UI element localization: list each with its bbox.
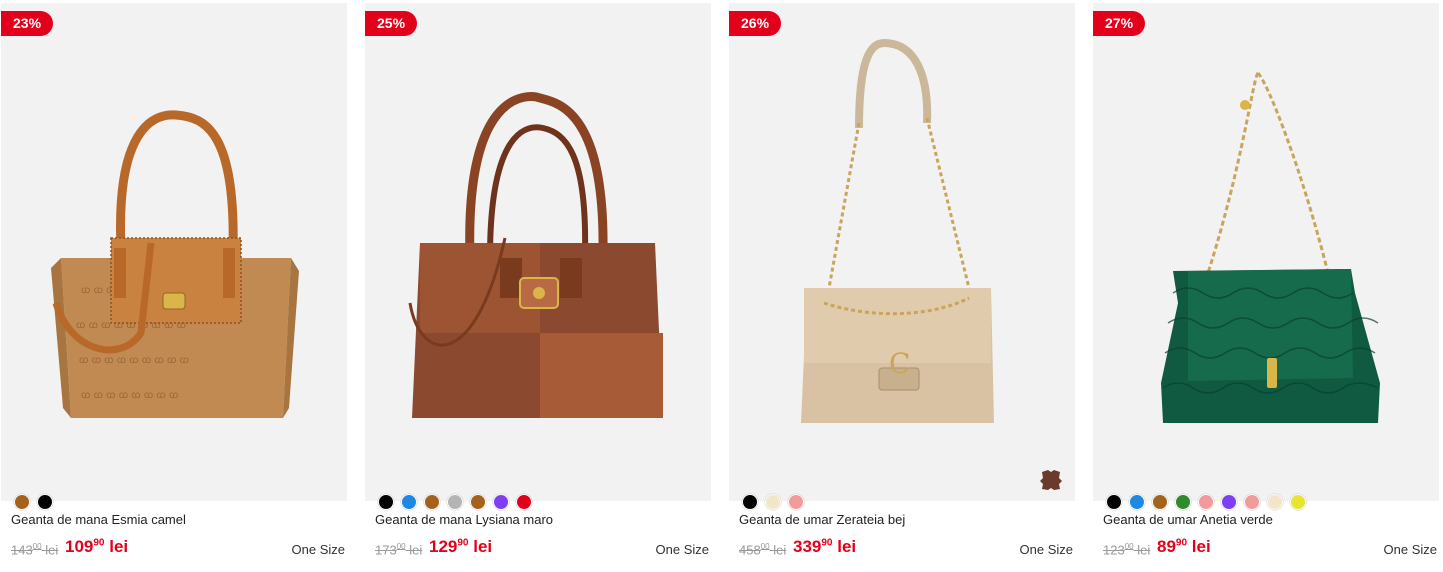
shoulder-bag-beige-image: C	[801, 38, 994, 423]
svg-text:ꭃ ꭃ ꭃ ꭃ ꭃ ꭃ ꭃ ꭃ ꭃ: ꭃ ꭃ ꭃ ꭃ ꭃ ꭃ ꭃ ꭃ ꭃ	[79, 355, 189, 366]
old-price: 45800 lei	[739, 542, 787, 558]
product-image[interactable]	[1093, 3, 1439, 501]
discount-badge: 23%	[1, 11, 54, 36]
color-swatches	[378, 494, 532, 512]
discount-badge: 25%	[365, 11, 418, 36]
old-price: 14300 lei	[11, 542, 59, 558]
product-grid: ꭃ ꭃ ꭃ ꭃ ꭃ ꭃ ꭃ ꭃ ꭃ ꭃ ꭃ ꭃ ꭃ ꭃ ꭃ ꭃ ꭃ ꭃ ꭃ ꭃ …	[0, 0, 1443, 572]
color-swatch[interactable]	[1175, 494, 1191, 510]
product-card[interactable]: 25% Geanta de mana Lysiana maro 17300 le…	[365, 0, 711, 572]
product-card[interactable]: ꭃ ꭃ ꭃ ꭃ ꭃ ꭃ ꭃ ꭃ ꭃ ꭃ ꭃ ꭃ ꭃ ꭃ ꭃ ꭃ ꭃ ꭃ ꭃ ꭃ …	[1, 0, 347, 572]
color-swatch[interactable]	[1129, 494, 1145, 510]
old-price: 12300 lei	[1103, 542, 1151, 558]
color-swatch[interactable]	[1198, 494, 1214, 510]
price-row: 17300 lei 12990 lei One Size	[375, 537, 709, 561]
current-price: 33990 lei	[793, 537, 857, 556]
color-swatch[interactable]	[378, 494, 394, 510]
color-swatches	[14, 494, 53, 512]
leather-icon	[1040, 470, 1062, 490]
current-price: 12990 lei	[429, 537, 493, 556]
product-card[interactable]: C 26% Geanta de umar Zerateia bej 45800 …	[729, 0, 1075, 572]
current-price: 10990 lei	[65, 537, 129, 556]
color-swatch[interactable]	[14, 494, 30, 510]
size-label: One Size	[1383, 542, 1437, 557]
product-image[interactable]	[365, 3, 711, 501]
color-swatch[interactable]	[765, 494, 781, 510]
color-swatch[interactable]	[742, 494, 758, 510]
svg-text:C: C	[889, 347, 910, 380]
price-row: 12300 lei 8990 lei One Size	[1103, 537, 1437, 561]
color-swatches	[1106, 494, 1306, 512]
price-row: 45800 lei 33990 lei One Size	[739, 537, 1073, 561]
color-swatch[interactable]	[1221, 494, 1237, 510]
handbag-brown-image	[408, 92, 663, 418]
color-swatch[interactable]	[788, 494, 804, 510]
discount-badge: 27%	[1093, 11, 1146, 36]
color-swatch[interactable]	[470, 494, 486, 510]
product-title[interactable]: Geanta de mana Lysiana maro	[375, 512, 553, 527]
svg-text:ꭃ ꭃ ꭃ ꭃ ꭃ ꭃ ꭃ ꭃ: ꭃ ꭃ ꭃ ꭃ ꭃ ꭃ ꭃ ꭃ	[81, 390, 178, 401]
product-title[interactable]: Geanta de umar Zerateia bej	[739, 512, 905, 527]
price-row: 14300 lei 10990 lei One Size	[11, 537, 345, 561]
handbag-camel-image: ꭃ ꭃ ꭃ ꭃ ꭃ ꭃ ꭃ ꭃ ꭃ ꭃ ꭃ ꭃ ꭃ ꭃ ꭃ ꭃ ꭃ ꭃ ꭃ ꭃ …	[51, 110, 299, 418]
current-price: 8990 lei	[1157, 537, 1211, 556]
discount-badge: 26%	[729, 11, 782, 36]
product-card[interactable]: 27% Geanta de umar Anetia verde 12300 le…	[1093, 0, 1439, 572]
color-swatch[interactable]	[1152, 494, 1168, 510]
color-swatches	[742, 494, 804, 512]
color-swatch[interactable]	[1106, 494, 1122, 510]
shoulder-bag-green-image	[1161, 71, 1380, 423]
color-swatch[interactable]	[401, 494, 417, 510]
color-swatch[interactable]	[1267, 494, 1283, 510]
color-swatch[interactable]	[516, 494, 532, 510]
size-label: One Size	[655, 542, 709, 557]
color-swatch[interactable]	[424, 494, 440, 510]
product-image[interactable]: C	[729, 3, 1075, 501]
size-label: One Size	[291, 542, 345, 557]
product-image[interactable]: ꭃ ꭃ ꭃ ꭃ ꭃ ꭃ ꭃ ꭃ ꭃ ꭃ ꭃ ꭃ ꭃ ꭃ ꭃ ꭃ ꭃ ꭃ ꭃ ꭃ …	[1, 3, 347, 501]
color-swatch[interactable]	[1244, 494, 1260, 510]
product-title[interactable]: Geanta de mana Esmia camel	[11, 512, 186, 527]
color-swatch[interactable]	[447, 494, 463, 510]
old-price: 17300 lei	[375, 542, 423, 558]
color-swatch[interactable]	[493, 494, 509, 510]
color-swatch[interactable]	[37, 494, 53, 510]
size-label: One Size	[1019, 542, 1073, 557]
product-title[interactable]: Geanta de umar Anetia verde	[1103, 512, 1273, 527]
color-swatch[interactable]	[1290, 494, 1306, 510]
